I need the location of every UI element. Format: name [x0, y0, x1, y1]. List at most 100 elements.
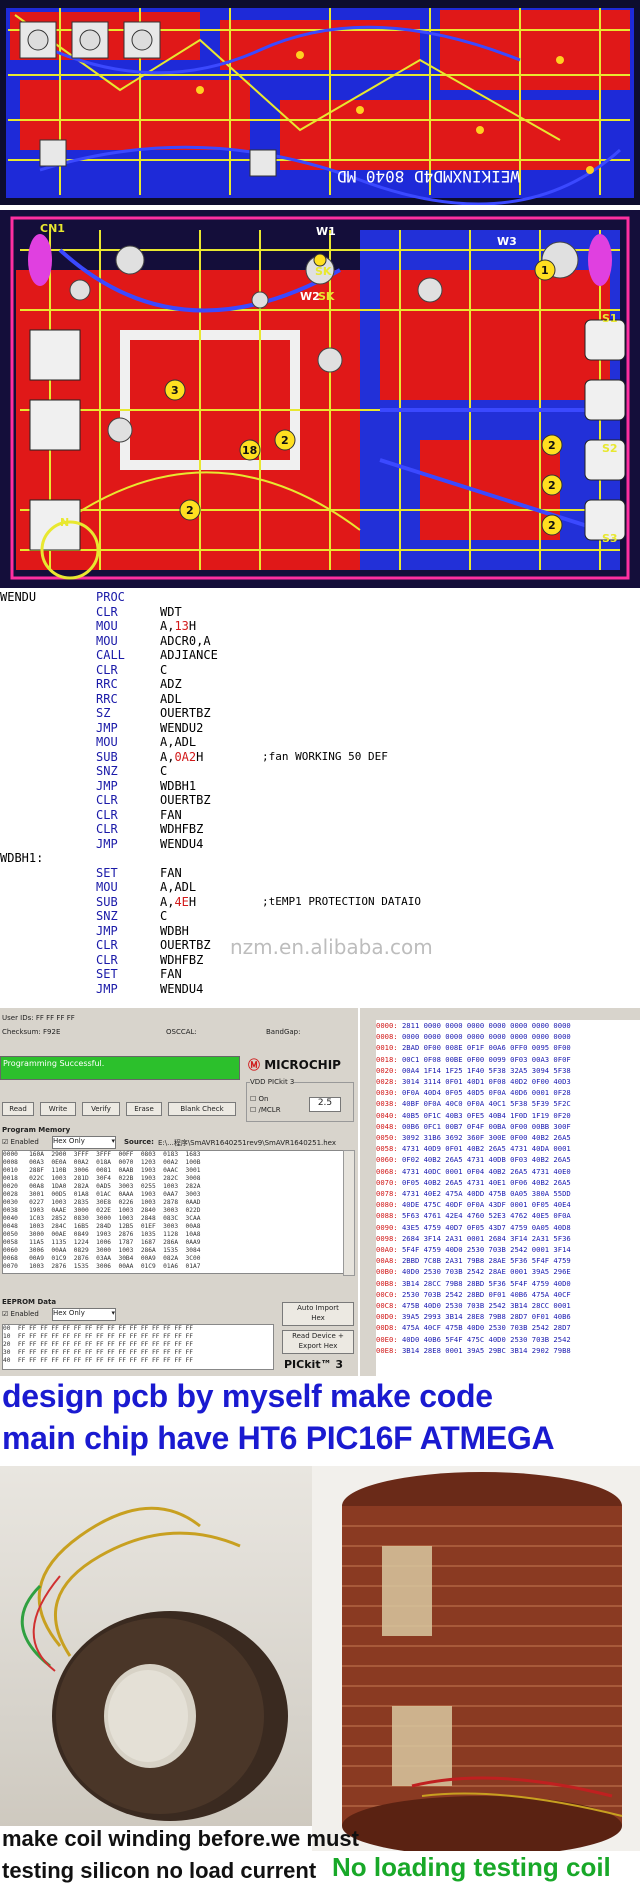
hex-dump-row: 0040: 40B5 0F1C 40B3 0FE5 40B4 1F0D 1F19… [376, 1110, 640, 1121]
hex-address: 00A8: [376, 1256, 398, 1266]
code-opcode: SZ [96, 706, 111, 720]
hex-address: 0048: [376, 1121, 398, 1131]
code-operand-text: A,ADL [160, 880, 197, 894]
auto-import-hex-button[interactable]: Auto Import Hex [282, 1302, 354, 1326]
code-line: SNZ C [0, 764, 640, 779]
pm-scrollbar[interactable] [343, 1150, 355, 1276]
pcb-top-drawing: WEIKINXMD4D 8040 MD [0, 0, 640, 205]
mclr-checkbox[interactable]: ☐ /MCLR [250, 1106, 281, 1114]
eeprom-enabled-checkbox[interactable]: ☑ Enabled [2, 1310, 39, 1318]
hex-values: 00A4 1F14 1F25 1F40 5F38 32A5 3094 5F38 [401, 1065, 571, 1075]
code-operand-text: FAN [160, 807, 182, 822]
pm-enabled-checkbox[interactable]: ☑ Enabled [2, 1138, 39, 1146]
pcb-main-drawing: CN1 W1 W2 W3 SK SK S1 S2 S3 3 18 2 2 2 2… [0, 210, 640, 588]
user-ids-label: User IDs: FF FF FF FF [2, 1014, 75, 1022]
code-operand-text: C [160, 909, 168, 923]
pcb-label-2a: 2 [186, 504, 194, 517]
code-operand-text: WDBH1 [160, 778, 197, 793]
code-opcode: MOU [96, 880, 118, 894]
pcb-label-2e: 2 [548, 519, 556, 532]
vdd-group: VDD PICkit 3 ☐ On ☐ /MCLR 2.5 [246, 1078, 354, 1122]
hex-values: 43E5 4759 40D7 0F05 43D7 4759 0A05 40D8 [401, 1222, 571, 1232]
code-line: WENDU PROC [0, 590, 640, 605]
code-line: JMP WENDU4 [0, 837, 640, 852]
code-operand-text: ADJIANCE [160, 648, 218, 662]
vdd-on-checkbox[interactable]: ☐ On [250, 1095, 268, 1103]
code-operand: A,0A2H [160, 750, 203, 765]
code-opcode: SET [96, 865, 118, 880]
pcb-label-3: 3 [171, 384, 179, 397]
code-line: MOU A,13H [0, 619, 640, 634]
hex-values: 0000 0000 0000 0000 0000 0000 0000 0000 [401, 1032, 571, 1042]
code-opcode: JMP [96, 720, 118, 735]
code-line: RRC ADL [0, 692, 640, 707]
coil-photo-right [312, 1466, 640, 1896]
pm-mode-select[interactable]: Hex Only ▾ [52, 1136, 116, 1149]
pcb-layout-main: CN1 W1 W2 W3 SK SK S1 S2 S3 3 18 2 2 2 2… [0, 210, 640, 588]
hex-values: 40D0 2530 703B 2542 28AE 0001 39A5 296E [401, 1267, 571, 1277]
source-label: Source: [124, 1138, 154, 1146]
vdd-value-input[interactable]: 2.5 [309, 1097, 341, 1112]
code-operand-text: WDT [160, 604, 182, 619]
status-bar: Programming Successful. [0, 1056, 240, 1080]
code-operand-text: A,ADL [160, 735, 197, 749]
read-button[interactable]: Read [2, 1102, 34, 1116]
code-operand: OUERTBZ [160, 793, 211, 808]
code-operand-text: A, [160, 894, 175, 909]
left-photo-caption-2: testing silicon no load current [2, 1858, 317, 1883]
code-opcode: CLR [96, 793, 118, 807]
code-operand-text: A, [160, 749, 175, 764]
code-operand-number: 0A2 [174, 749, 197, 764]
erase-button[interactable]: Erase [126, 1102, 162, 1116]
hex-address: 0080: [376, 1200, 398, 1210]
code-operand: A,4EH [160, 895, 196, 910]
code-operand: WDBH [160, 924, 189, 939]
program-memory-row: 0028 3001 00D5 01A8 01AC 0AAA 1903 0AA7 … [3, 1191, 201, 1198]
code-operand: OUERTBZ [160, 706, 211, 721]
hex-address: 0018: [376, 1054, 398, 1064]
code-line: SET FAN [0, 967, 640, 982]
program-memory-grid[interactable]: 0000 160A 2900 3FFF 3FFF 00FF 0803 0183 … [2, 1150, 344, 1274]
read-device-export-hex-button[interactable]: Read Device + Export Hex [282, 1330, 354, 1354]
blank-check-button[interactable]: Blank Check [168, 1102, 236, 1116]
verify-button[interactable]: Verify [82, 1102, 120, 1116]
code-line: JMP WENDU4 [0, 982, 640, 997]
write-button[interactable]: Write [40, 1102, 76, 1116]
hex-values: 2BAD 0F00 008E 0F1F 00A6 0FF0 0095 0F00 [401, 1043, 571, 1053]
hex-values: 4731 40E2 475A 40DD 475B 0A05 380A 55DD [401, 1189, 571, 1199]
hex-address: 0010: [376, 1043, 398, 1053]
code-opcode: SUB [96, 749, 118, 764]
program-memory-row: 0000 160A 2900 3FFF 3FFF 00FF 0803 0183 … [3, 1151, 201, 1158]
hex-values: 40D0 40B6 5F4F 475C 40D0 2530 703B 2542 [401, 1334, 571, 1344]
status-text: Programming Successful. [3, 1059, 105, 1068]
hex-address: 0070: [376, 1177, 398, 1187]
hex-dump-row: 0038: 40BF 0F0A 40C0 0F0A 40C1 5F38 5F39… [376, 1098, 640, 1109]
eeprom-row: 40 FF FF FF FF FF FF FF FF FF FF FF FF F… [3, 1357, 193, 1364]
code-opcode: JMP [96, 836, 118, 851]
hex-address: 00E0: [376, 1334, 398, 1344]
hex-dump-row: 0060: 0F02 40B2 26A5 4731 40DB 0F03 40B2… [376, 1154, 640, 1165]
microchip-logo: Ⓜ MICROCHIP [248, 1058, 341, 1072]
code-operand: ADJIANCE [160, 648, 218, 663]
eeprom-mode-select[interactable]: Hex Only ▾ [52, 1308, 116, 1321]
hex-values: 2684 3F14 2A31 0001 2684 3F14 2A31 5F36 [401, 1233, 571, 1243]
code-operand-number: 13 [174, 619, 189, 633]
code-opcode: PROC [96, 590, 125, 604]
hex-address: 00E8: [376, 1345, 398, 1355]
code-opcode: MOU [96, 735, 118, 749]
hex-dump-row: 0018: 00C1 0F08 00BE 0F00 0099 0F03 00A3… [376, 1054, 640, 1065]
hex-address: 0008: [376, 1032, 398, 1042]
code-opcode: JMP [96, 981, 118, 996]
program-memory-row: 0050 3000 00AE 0849 1903 2876 1035 1128 … [3, 1231, 201, 1238]
code-opcode: JMP [96, 923, 118, 938]
code-operand-suffix: H [196, 749, 204, 764]
hex-address: 00B0: [376, 1267, 398, 1277]
code-line: MOU A,ADL [0, 880, 640, 895]
hex-address: 00C0: [376, 1289, 398, 1299]
hex-values: 40DE 475C 40DF 0F0A 43DF 0001 0F05 40E4 [401, 1200, 571, 1210]
code-operand: WDT [160, 605, 182, 620]
code-line: CLR C [0, 663, 640, 678]
code-line: CLR FAN [0, 808, 640, 823]
eeprom-grid[interactable]: 00 FF FF FF FF FF FF FF FF FF FF FF FF F… [2, 1324, 274, 1370]
hex-address: 0050: [376, 1133, 398, 1143]
